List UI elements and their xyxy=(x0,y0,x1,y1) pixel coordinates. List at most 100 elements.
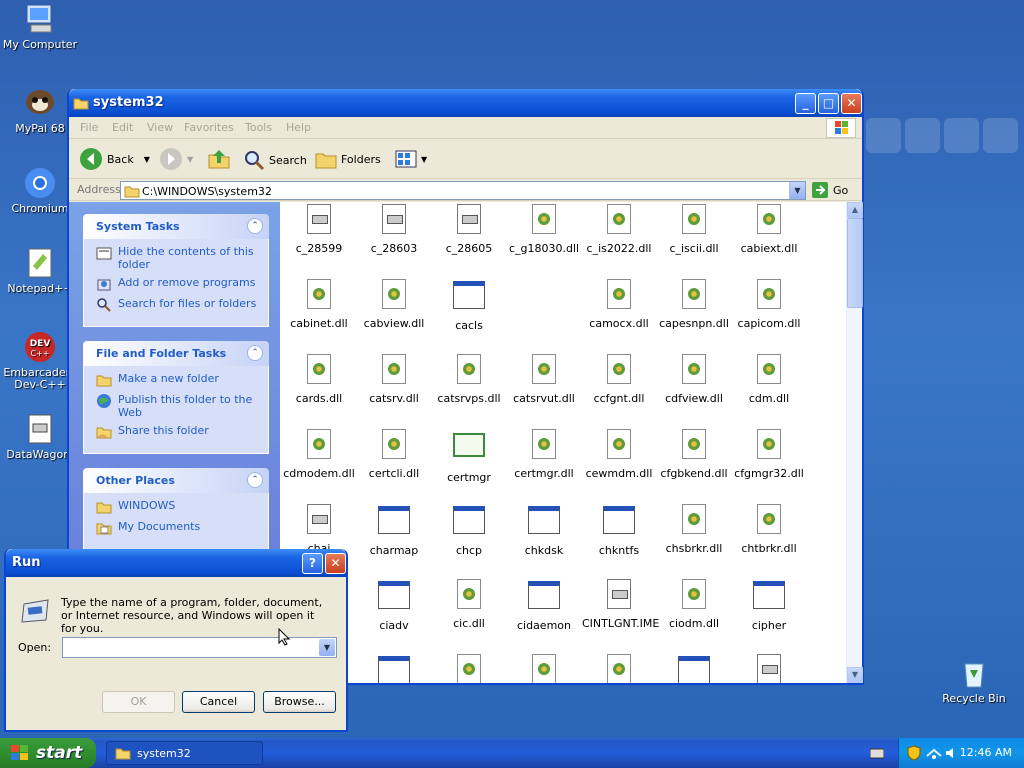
network-icon[interactable] xyxy=(925,746,943,760)
file-item[interactable]: capesnpn.dll xyxy=(657,279,731,330)
file-item[interactable] xyxy=(657,654,731,683)
file-item[interactable] xyxy=(582,654,656,683)
help-button[interactable]: ? xyxy=(302,553,323,574)
file-item[interactable]: cards.dll xyxy=(282,354,356,405)
file-item[interactable]: chcp xyxy=(432,504,506,557)
file-item[interactable]: cdmodem.dll xyxy=(282,429,356,480)
file-item[interactable]: c_iscii.dll xyxy=(657,204,731,255)
collapse-chevron-icon[interactable]: ⌃ xyxy=(247,472,263,488)
cancel-button[interactable]: Cancel xyxy=(182,691,255,713)
file-item[interactable]: chkntfs xyxy=(582,504,656,557)
back-button[interactable]: Back ▼ xyxy=(79,147,150,171)
file-item[interactable] xyxy=(432,654,506,683)
scroll-down-button[interactable]: ▼ xyxy=(847,667,863,683)
file-item[interactable]: cdm.dll xyxy=(732,354,806,405)
file-item[interactable]: catsrvut.dll xyxy=(507,354,581,405)
task-search-files[interactable]: Search for files or folders xyxy=(96,297,260,313)
file-item[interactable]: charmap xyxy=(357,504,431,557)
place-windows[interactable]: WINDOWS xyxy=(96,499,260,515)
file-item[interactable]: ccfgnt.dll xyxy=(582,354,656,405)
address-dropdown-icon[interactable]: ▼ xyxy=(789,182,805,199)
desktop-icon-my-computer[interactable]: My Computer xyxy=(0,2,80,51)
file-item[interactable]: cabinet.dll xyxy=(282,279,356,330)
file-item[interactable]: c_28603 xyxy=(357,204,431,255)
security-shield-icon[interactable] xyxy=(907,745,921,761)
menu-tools[interactable]: Tools xyxy=(245,121,272,134)
file-item[interactable]: catsrvps.dll xyxy=(432,354,506,405)
close-button[interactable]: ✕ xyxy=(841,93,862,114)
file-item[interactable]: cdfview.dll xyxy=(657,354,731,405)
file-item[interactable]: c_28599 xyxy=(282,204,356,255)
explorer-titlebar[interactable]: system32 _ □ ✕ xyxy=(69,89,862,117)
menu-view[interactable]: View xyxy=(147,121,173,134)
open-input[interactable]: ▼ xyxy=(62,637,337,658)
file-item[interactable]: cabiext.dll xyxy=(732,204,806,255)
file-item[interactable]: camocx.dll xyxy=(582,279,656,330)
file-item[interactable]: certmgr.dll xyxy=(507,429,581,480)
go-button[interactable]: Go xyxy=(811,181,848,199)
file-item[interactable]: ciadv xyxy=(357,579,431,632)
file-item[interactable]: ciodm.dll xyxy=(657,579,731,630)
ok-button[interactable]: OK xyxy=(102,691,175,713)
system-tasks-header[interactable]: System Tasks ⌃ xyxy=(83,214,269,239)
menu-favorites[interactable]: Favorites xyxy=(184,121,234,134)
file-item[interactable]: certcli.dll xyxy=(357,429,431,480)
file-folder-tasks-header[interactable]: File and Folder Tasks ⌃ xyxy=(83,341,269,366)
file-item[interactable]: c_g18030.dll xyxy=(507,204,581,255)
task-share-folder[interactable]: Share this folder xyxy=(96,424,260,440)
file-item[interactable]: cewmdm.dll xyxy=(582,429,656,480)
file-item[interactable]: chaj xyxy=(282,504,356,555)
start-button[interactable]: start xyxy=(0,738,96,768)
forward-button[interactable]: ▼ xyxy=(159,147,193,171)
task-add-remove-programs[interactable]: Add or remove programs xyxy=(96,276,260,292)
task-publish-web[interactable]: Publish this folder to the Web xyxy=(96,393,260,419)
file-item[interactable]: chsbrkr.dll xyxy=(657,504,731,555)
file-item[interactable]: capicom.dll xyxy=(732,279,806,330)
menu-file[interactable]: File xyxy=(80,121,98,134)
file-item[interactable]: chtbrkr.dll xyxy=(732,504,806,555)
scroll-thumb[interactable] xyxy=(847,218,863,308)
menu-edit[interactable]: Edit xyxy=(112,121,133,134)
clock[interactable]: 12:46 AM xyxy=(960,746,1012,759)
task-hide-contents[interactable]: Hide the contents of this folder xyxy=(96,245,260,271)
scroll-up-button[interactable]: ▲ xyxy=(847,202,863,218)
file-item[interactable]: cic.dll xyxy=(432,579,506,630)
up-folder-button[interactable] xyxy=(207,147,231,171)
file-item[interactable] xyxy=(732,654,806,683)
views-button[interactable]: ▼ xyxy=(395,149,427,169)
address-input[interactable]: C:\WINDOWS\system32 ▼ xyxy=(120,181,806,200)
close-button[interactable]: ✕ xyxy=(325,553,346,574)
file-item[interactable]: cabview.dll xyxy=(357,279,431,330)
place-my-documents[interactable]: My Documents xyxy=(96,520,260,536)
browse-button[interactable]: Browse... xyxy=(263,691,336,713)
desktop-icon-recycle-bin[interactable]: Recycle Bin xyxy=(934,656,1014,705)
file-item[interactable]: cidaemon xyxy=(507,579,581,632)
run-titlebar[interactable]: Run ? ✕ xyxy=(6,549,346,577)
search-button[interactable]: Search xyxy=(243,149,307,171)
maximize-button[interactable]: □ xyxy=(818,93,839,114)
collapse-chevron-icon[interactable]: ⌃ xyxy=(247,345,263,361)
file-item[interactable] xyxy=(357,654,431,683)
collapse-chevron-icon[interactable]: ⌃ xyxy=(247,218,263,234)
forward-dropdown-icon[interactable]: ▼ xyxy=(187,155,193,164)
folders-button[interactable]: Folders xyxy=(315,149,381,169)
file-item[interactable]: c_28605 xyxy=(432,204,506,255)
other-places-header[interactable]: Other Places ⌃ xyxy=(83,468,269,493)
file-item[interactable]: c_is2022.dll xyxy=(582,204,656,255)
file-item[interactable]: cipher xyxy=(732,579,806,632)
file-item[interactable]: cacls xyxy=(432,279,506,332)
keyboard-icon[interactable] xyxy=(870,747,884,759)
file-item[interactable]: certmgr xyxy=(432,429,506,484)
open-dropdown-icon[interactable]: ▼ xyxy=(319,639,335,656)
minimize-button[interactable]: _ xyxy=(795,93,816,114)
vertical-scrollbar[interactable]: ▲ ▼ xyxy=(846,202,863,683)
task-make-new-folder[interactable]: Make a new folder xyxy=(96,372,260,388)
file-item[interactable] xyxy=(507,654,581,683)
file-item[interactable]: CINTLGNT.IME xyxy=(582,579,659,630)
menu-help[interactable]: Help xyxy=(286,121,311,134)
back-dropdown-icon[interactable]: ▼ xyxy=(144,155,150,164)
volume-icon[interactable] xyxy=(945,746,959,760)
file-item[interactable]: chkdsk xyxy=(507,504,581,557)
taskbar-button-system32[interactable]: system32 xyxy=(106,741,263,765)
file-item[interactable]: catsrv.dll xyxy=(357,354,431,405)
